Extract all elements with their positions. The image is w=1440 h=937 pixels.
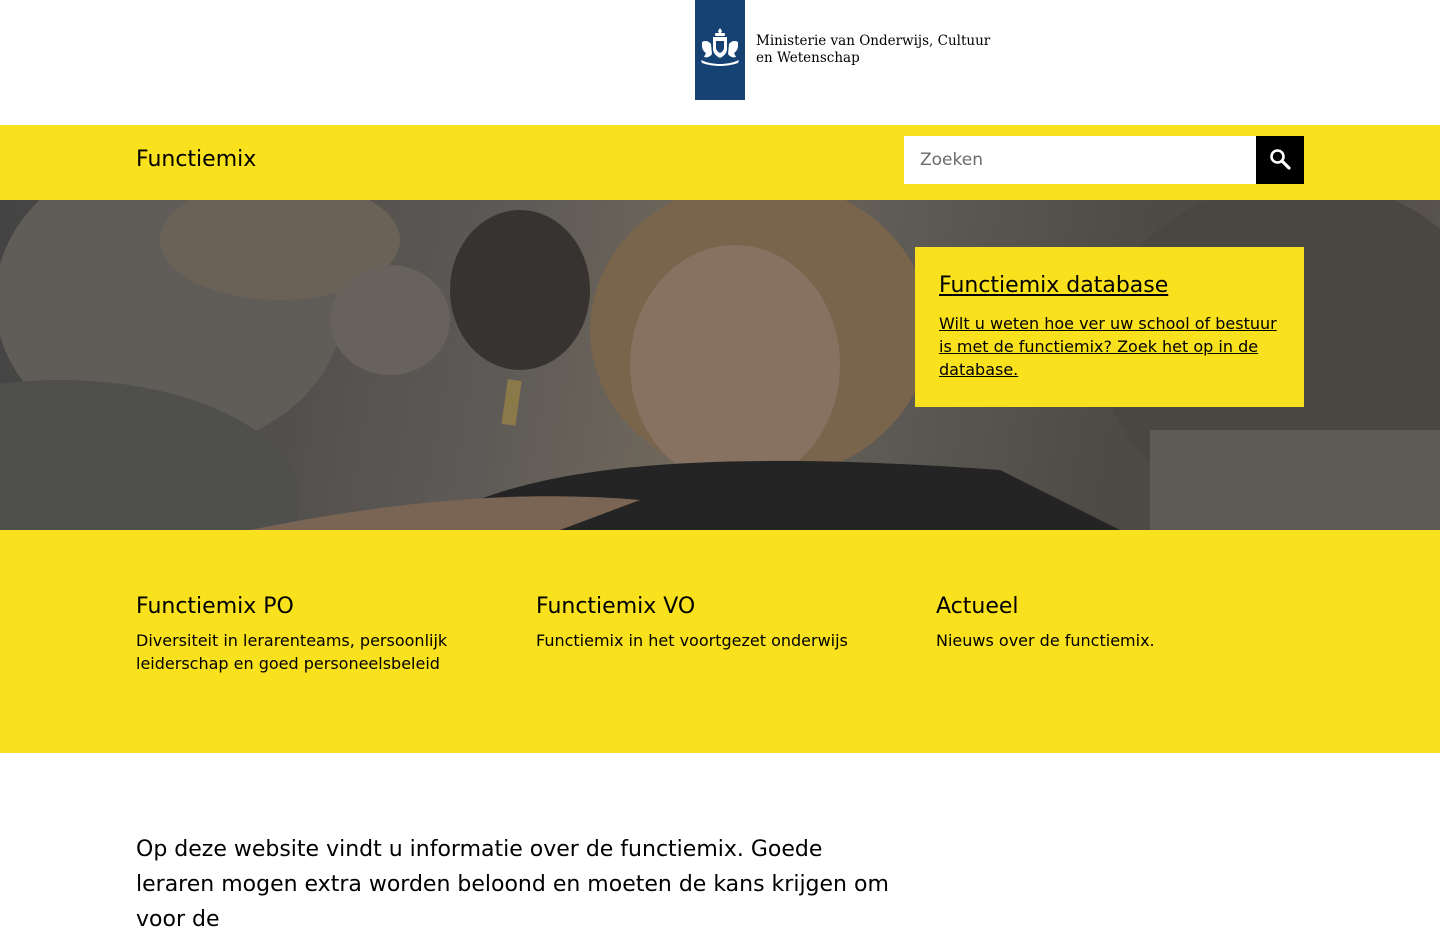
tile-description: Nieuws over de functiemix. [936,631,1155,650]
hero-banner: Functiemix database Wilt u weten hoe ver… [0,200,1440,530]
intro-paragraph: Op deze website vindt u informatie over … [136,837,889,932]
tile-title[interactable]: Functiemix VO [536,594,866,619]
database-card-text-link[interactable]: Wilt u weten hoe ver uw school of bestuu… [939,312,1280,381]
ministry-logo-link[interactable]: Ministerie van Onderwijs, Cultuur en Wet… [695,0,996,100]
site-title[interactable]: Functiemix [136,147,256,172]
ministry-name: Ministerie van Onderwijs, Cultuur en Wet… [756,33,991,66]
tile-description: Functiemix in het voortgezet onderwijs [536,631,848,650]
coat-of-arms-icon [698,28,742,72]
tile-functiemix-vo[interactable]: Functiemix VO Functiemix in het voortgez… [536,594,866,652]
database-card: Functiemix database Wilt u weten hoe ver… [915,247,1304,407]
search-icon [1269,148,1291,173]
database-card-title-link[interactable]: Functiemix database [939,273,1280,298]
tile-functiemix-po[interactable]: Functiemix PO Diversiteit in lerarenteam… [136,594,466,675]
search-button[interactable] [1256,136,1304,184]
tile-description: Diversiteit in lerarenteams, persoonlijk… [136,631,448,673]
tile-title[interactable]: Functiemix PO [136,594,466,619]
topic-tiles: Functiemix PO Diversiteit in lerarenteam… [0,530,1440,753]
site-bar: Functiemix [0,125,1440,200]
search-form [904,136,1304,184]
top-header: Ministerie van Onderwijs, Cultuur en Wet… [0,0,1440,125]
logo-bar [695,0,745,100]
tile-title[interactable]: Actueel [936,594,1266,619]
tile-actueel[interactable]: Actueel Nieuws over de functiemix. [936,594,1266,652]
search-input[interactable] [904,136,1256,184]
